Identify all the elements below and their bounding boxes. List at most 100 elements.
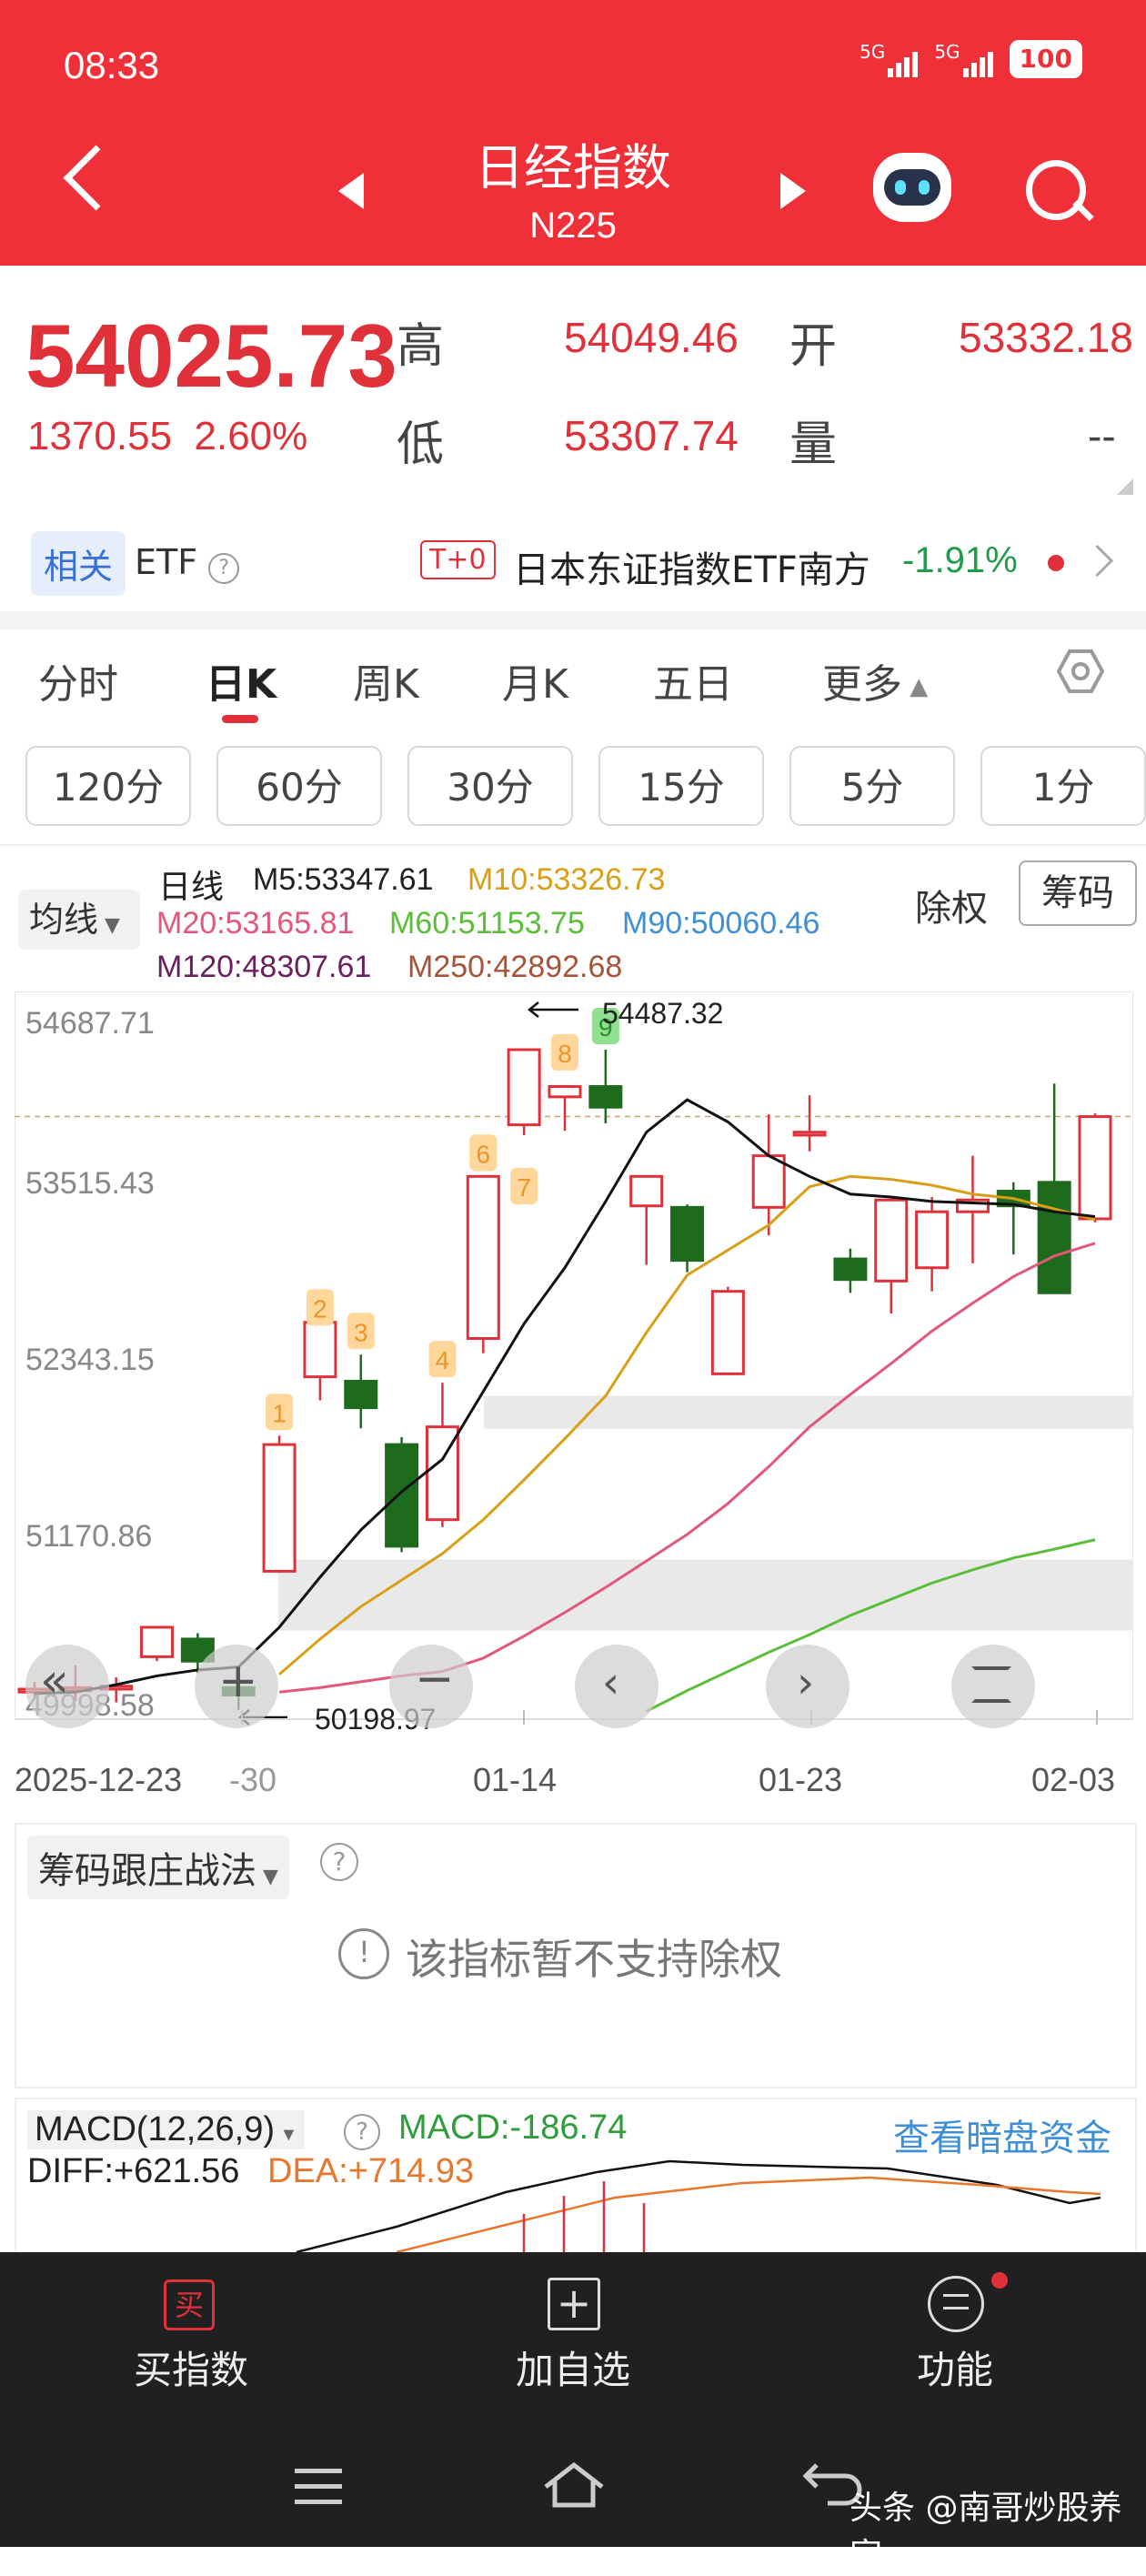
- home-icon[interactable]: [542, 2460, 606, 2511]
- zoom-out-button[interactable]: −: [389, 1645, 473, 1728]
- etf-name[interactable]: 日本东证指数ETF南方: [513, 540, 870, 593]
- td-count: 1: [272, 1399, 286, 1427]
- interval-5m-button[interactable]: 5分: [789, 746, 955, 826]
- x-tick: 01-23: [759, 1761, 843, 1798]
- candle-body: [262, 1443, 297, 1573]
- candle-body: [792, 1131, 827, 1137]
- etf-change: -1.91%: [902, 540, 1018, 580]
- interval-60m-button[interactable]: 60分: [216, 746, 382, 826]
- chip-zone: [278, 1559, 1133, 1631]
- td-count: 3: [354, 1318, 368, 1346]
- y-tick: 52343.15: [25, 1343, 155, 1377]
- add-icon[interactable]: +: [548, 2278, 600, 2330]
- low-value: 53307.74: [564, 412, 739, 459]
- help-icon[interactable]: ?: [208, 553, 240, 584]
- plus-icon: +: [218, 1654, 258, 1708]
- tab-more[interactable]: 更多 ▲: [822, 651, 928, 709]
- candle-body: [915, 1210, 950, 1270]
- candle-body: [1037, 1181, 1071, 1294]
- status-time: 08:33: [64, 44, 160, 86]
- x-tick: 2025-12-23: [15, 1761, 183, 1798]
- candle-body: [466, 1174, 500, 1340]
- tab-monthly-k[interactable]: 月K: [502, 651, 568, 709]
- add-watchlist-button[interactable]: 加自选: [480, 2340, 666, 2395]
- scroll-right-button[interactable]: ›: [766, 1645, 849, 1728]
- t0-badge: T+0: [420, 540, 496, 579]
- chips-button[interactable]: 筹码: [1019, 860, 1137, 926]
- notification-dot: [991, 2272, 1008, 2289]
- x-tick: 01-14: [473, 1761, 558, 1798]
- status-dot: [1048, 555, 1064, 571]
- y-tick: 54687.71: [25, 1006, 155, 1041]
- battery-icon: 100: [1009, 40, 1082, 78]
- tab-daily-k[interactable]: 日K: [206, 651, 276, 709]
- ma-m5: M5:53347.61: [253, 862, 434, 897]
- ma-m120: M120:48307.61: [156, 950, 372, 984]
- interval-30m-button[interactable]: 30分: [407, 746, 573, 826]
- tab-intraday[interactable]: 分时: [38, 651, 118, 709]
- candle-body: [874, 1198, 909, 1283]
- chevron-left-icon: ‹: [602, 1657, 620, 1708]
- max-price-label: 54487.32: [602, 997, 724, 1030]
- candle-body: [507, 1048, 541, 1127]
- ma-line-label: 日线: [158, 868, 225, 905]
- interval-120m-button[interactable]: 120分: [25, 746, 191, 826]
- signal-icon: 5G: [934, 41, 993, 77]
- tab-more-label: 更多: [822, 661, 902, 708]
- candle-body: [548, 1085, 582, 1099]
- function-button[interactable]: 功能: [864, 2340, 1046, 2395]
- search-icon[interactable]: [1026, 160, 1086, 220]
- candle-body: [303, 1321, 337, 1379]
- chip-zone: [484, 1395, 1133, 1429]
- high-label: 高: [397, 319, 445, 374]
- scroll-start-button[interactable]: «: [25, 1645, 109, 1728]
- caret-down-icon: ▼: [256, 1866, 278, 1888]
- ma-m250: M250:42892.68: [407, 950, 623, 984]
- open-value: 53332.18: [959, 314, 1133, 361]
- candle-body: [670, 1205, 705, 1263]
- interval-1m-button[interactable]: 1分: [980, 746, 1146, 826]
- etf-label: ETF ?: [135, 542, 240, 584]
- fullscreen-button[interactable]: [951, 1645, 1035, 1728]
- ma-m60: M60:51153.75: [389, 906, 585, 941]
- td-count: 8: [558, 1040, 572, 1068]
- buy-icon[interactable]: 买: [164, 2279, 215, 2330]
- ma-m10: M10:53326.73: [467, 862, 666, 897]
- zoom-in-button[interactable]: +: [195, 1645, 278, 1728]
- help-icon[interactable]: ?: [320, 1843, 358, 1881]
- macd-chart: [296, 2159, 1101, 2252]
- interval-15m-button[interactable]: 15分: [598, 746, 764, 826]
- scroll-left-button[interactable]: ‹: [575, 1645, 658, 1728]
- settings-hex-icon[interactable]: [1057, 648, 1104, 695]
- chevron-right-icon: ›: [797, 1657, 815, 1708]
- ex-rights-toggle[interactable]: 除权: [915, 879, 988, 931]
- menu-icon[interactable]: [295, 2469, 342, 2505]
- candle-body: [344, 1379, 378, 1410]
- open-label: 开: [789, 319, 838, 374]
- td-count: 2: [313, 1294, 327, 1323]
- buy-index-button[interactable]: 买指数: [100, 2340, 282, 2395]
- candle-body: [588, 1085, 623, 1109]
- unsupported-message: 该指标暂不支持除权: [406, 1935, 782, 1984]
- ma-selector[interactable]: 均线 ▼: [18, 890, 140, 950]
- ma-m20: M20:53165.81: [156, 906, 355, 941]
- tab-weekly-k[interactable]: 周K: [353, 651, 419, 709]
- etf-label-text: ETF: [135, 542, 198, 582]
- change-percent: 2.60%: [194, 414, 308, 458]
- y-tick: 53515.43: [25, 1166, 155, 1201]
- watermark: 头条 @南哥炒股养家: [849, 2490, 1122, 2574]
- signal-icon: 5G: [860, 41, 919, 77]
- next-index-icon[interactable]: [780, 173, 806, 209]
- low-label: 低: [397, 418, 445, 472]
- strategy-selector-label: 筹码跟庄战法: [38, 1850, 256, 1892]
- y-tick: 51170.86: [25, 1519, 153, 1554]
- td-count: 6: [477, 1140, 491, 1168]
- strategy-selector[interactable]: 筹码跟庄战法 ▼: [27, 1836, 289, 1899]
- expand-corner-icon[interactable]: [1117, 478, 1133, 495]
- volume-label: 量: [789, 418, 838, 472]
- robot-assistant-icon[interactable]: [873, 153, 951, 222]
- candle-body: [385, 1443, 419, 1548]
- function-icon[interactable]: [928, 2276, 984, 2332]
- high-value: 54049.46: [564, 314, 739, 361]
- tab-five-day[interactable]: 五日: [653, 651, 733, 709]
